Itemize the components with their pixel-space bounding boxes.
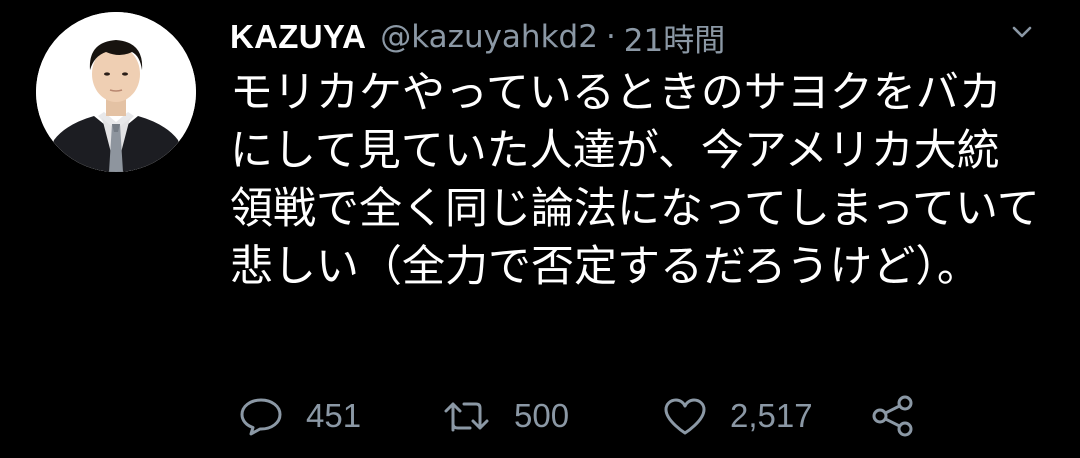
chevron-down-icon[interactable] bbox=[1008, 18, 1036, 46]
retweet-button[interactable]: 500 bbox=[442, 388, 569, 444]
speech-bubble-icon bbox=[240, 398, 282, 436]
retweet-arrows-icon bbox=[444, 402, 489, 432]
avatar[interactable] bbox=[36, 12, 196, 172]
timestamp[interactable]: 21時間 bbox=[624, 15, 725, 60]
separator-dot: · bbox=[605, 19, 616, 55]
share-nodes-icon bbox=[872, 395, 913, 437]
tweet-header: KAZUYA @kazuyahkd2 · 21時間 bbox=[230, 14, 1030, 60]
tweet-text: モリカケやっているときのサヨクをバカにして見ていた人達が、今アメリカ大統領戦で全… bbox=[230, 68, 1040, 292]
like-count: 2,517 bbox=[730, 397, 813, 434]
retweet-count: 500 bbox=[514, 397, 570, 434]
display-name[interactable]: KAZUYA bbox=[230, 18, 366, 56]
reply-count: 451 bbox=[306, 397, 362, 434]
action-bar: 451 500 2,517 bbox=[230, 388, 950, 444]
heart-outline-icon bbox=[664, 398, 706, 435]
user-handle[interactable]: @kazuyahkd2 bbox=[380, 19, 598, 55]
like-button[interactable]: 2,517 bbox=[662, 388, 813, 444]
share-button[interactable] bbox=[870, 388, 916, 444]
tweet-card[interactable]: KAZUYA @kazuyahkd2 · 21時間 モリカケやっているときのサヨ… bbox=[0, 0, 1080, 458]
reply-button[interactable]: 451 bbox=[238, 388, 361, 444]
